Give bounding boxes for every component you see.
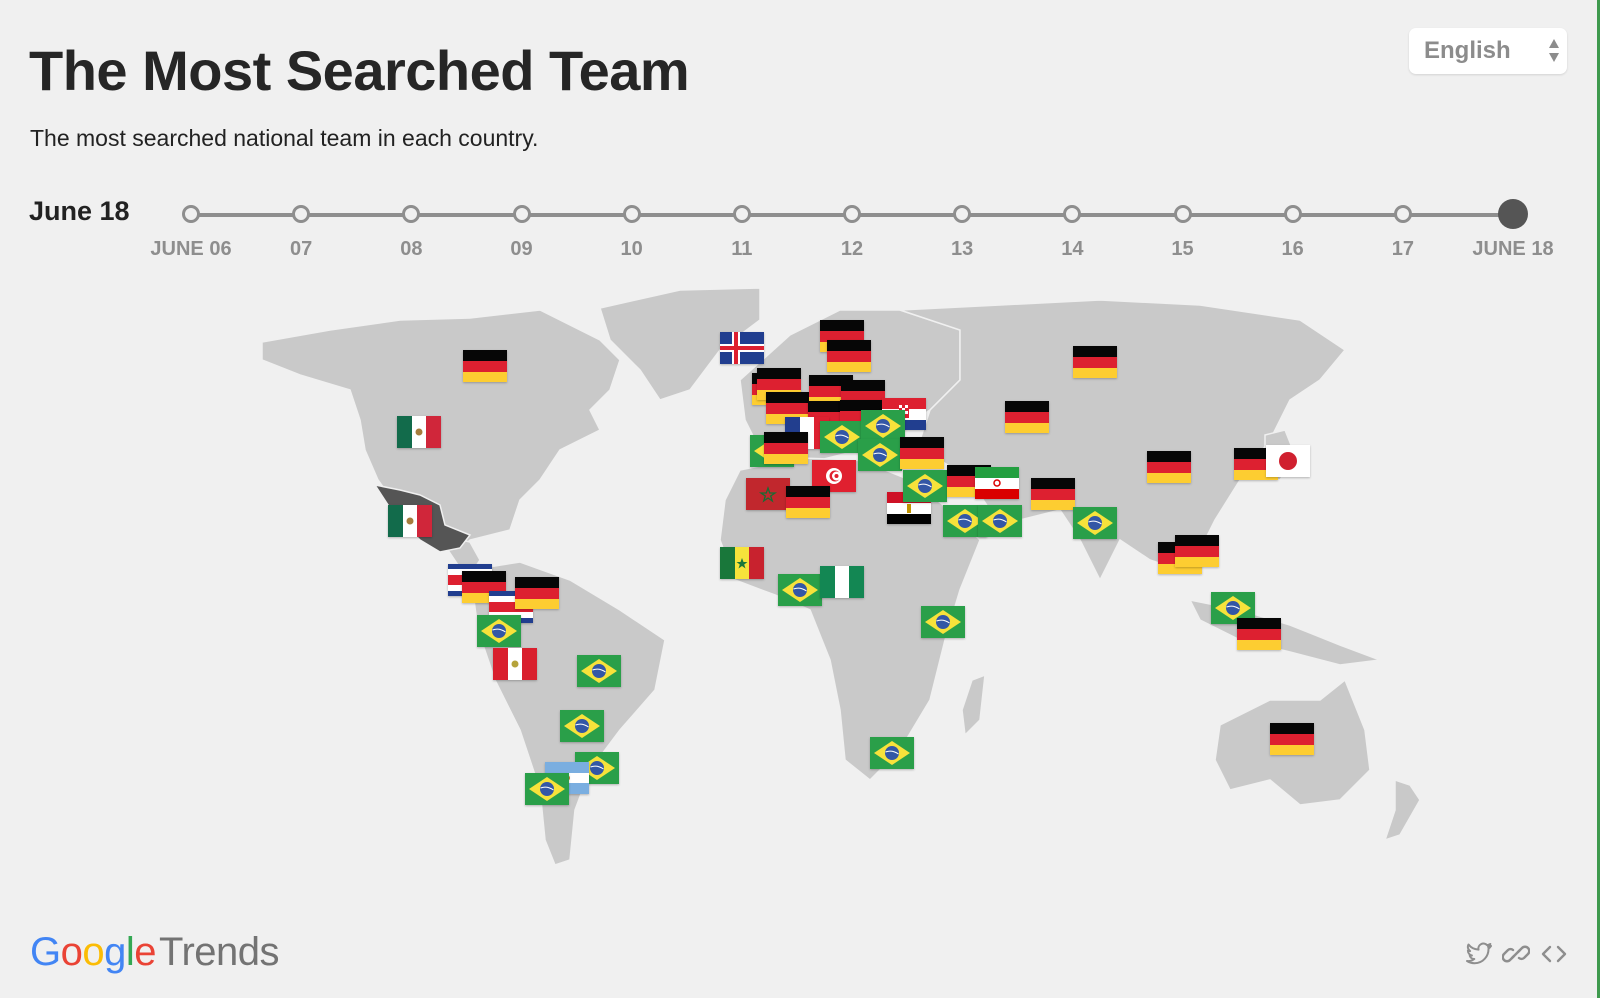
page-title: The Most Searched Team bbox=[29, 39, 690, 102]
flag-germany-pakistan[interactable] bbox=[1031, 478, 1075, 510]
flag-brazil-greece[interactable] bbox=[858, 439, 902, 471]
timeline-current-date: June 18 bbox=[29, 196, 130, 226]
timeline-node[interactable] bbox=[292, 205, 311, 223]
flag-morocco-morocco[interactable] bbox=[746, 478, 790, 510]
logo-letter: g bbox=[104, 930, 126, 974]
timeline-node-active[interactable] bbox=[1498, 199, 1528, 229]
timeline-tick-label[interactable]: JUNE 18 bbox=[1472, 238, 1553, 261]
timeline-tick-label[interactable]: 11 bbox=[731, 238, 752, 261]
logo-letter: l bbox=[125, 930, 135, 974]
timeline-node[interactable] bbox=[843, 205, 861, 223]
logo-letter: G bbox=[30, 930, 61, 974]
landmass-madagascar bbox=[961, 673, 986, 737]
flag-brazil-brazil[interactable] bbox=[577, 655, 621, 687]
flag-germany-vietnam[interactable] bbox=[1175, 535, 1219, 567]
timeline-tick-label[interactable]: 12 bbox=[841, 238, 863, 261]
logo-letter: e bbox=[134, 930, 157, 974]
language-select[interactable]: English bbox=[1409, 28, 1567, 74]
flag-brazil-uae[interactable] bbox=[978, 505, 1022, 537]
timeline-tick-label[interactable]: 13 bbox=[951, 238, 973, 261]
timeline-tick-label[interactable]: 14 bbox=[1061, 238, 1083, 261]
timeline-tick-label[interactable]: 10 bbox=[621, 238, 643, 261]
page-subtitle: The most searched national team in each … bbox=[30, 125, 539, 151]
flag-mexico-mexico[interactable] bbox=[388, 505, 432, 537]
logo-product-name: Trends bbox=[159, 930, 280, 974]
timeline-tick-label[interactable]: 15 bbox=[1171, 238, 1193, 261]
flag-germany-kazakhstan[interactable] bbox=[1005, 401, 1049, 433]
flag-germany-spain[interactable] bbox=[764, 432, 808, 464]
flag-japan-japan[interactable] bbox=[1266, 445, 1310, 477]
flag-brazil-india[interactable] bbox=[1073, 507, 1117, 539]
landmass-new-zealand bbox=[1383, 778, 1421, 842]
timeline-node[interactable] bbox=[1393, 205, 1412, 223]
language-select-value: English bbox=[1424, 37, 1511, 64]
timeline-tick-label[interactable]: JUNE 06 bbox=[150, 238, 231, 261]
flag-germany-sweden[interactable] bbox=[827, 340, 871, 372]
logo-letter: o bbox=[82, 930, 105, 974]
timeline-node[interactable] bbox=[182, 205, 200, 223]
flag-brazil-jordan[interactable] bbox=[903, 470, 947, 502]
link-icon[interactable] bbox=[1502, 940, 1530, 968]
timeline-tick-label[interactable]: 08 bbox=[400, 238, 422, 261]
flag-germany-algeria[interactable] bbox=[786, 486, 830, 518]
flag-brazil-kenya[interactable] bbox=[921, 606, 965, 638]
timeline-node[interactable] bbox=[1063, 205, 1082, 223]
flag-nigeria-nigeria[interactable] bbox=[820, 566, 864, 598]
timeline-tick-label[interactable]: 16 bbox=[1282, 238, 1304, 261]
flag-peru-peru[interactable] bbox=[493, 648, 537, 680]
timeline-tick-label[interactable]: 09 bbox=[510, 238, 532, 261]
flag-germany-indonesia[interactable] bbox=[1237, 618, 1281, 650]
flag-brazil-ecuador[interactable] bbox=[477, 615, 521, 647]
flag-germany-turkey[interactable] bbox=[900, 437, 944, 469]
twitter-icon[interactable] bbox=[1466, 940, 1494, 968]
timeline-node[interactable] bbox=[1173, 205, 1192, 223]
flag-germany-russia[interactable] bbox=[1073, 346, 1117, 378]
flag-brazil-chile[interactable] bbox=[525, 773, 569, 805]
flag-germany-venezuela[interactable] bbox=[515, 577, 559, 609]
world-map bbox=[0, 280, 1600, 900]
google-trends-logo[interactable]: Google Trends bbox=[30, 930, 280, 975]
flag-senegal-senegal[interactable] bbox=[720, 547, 764, 579]
logo-letter: o bbox=[60, 930, 83, 974]
flag-brazil-ghana[interactable] bbox=[778, 574, 822, 606]
flag-iran-iran[interactable] bbox=[975, 467, 1019, 499]
flag-brazil-serbia[interactable] bbox=[861, 410, 905, 442]
timeline-node[interactable] bbox=[732, 205, 751, 223]
timeline-node[interactable] bbox=[1283, 205, 1302, 223]
flag-brazil-south-africa[interactable] bbox=[870, 737, 914, 769]
sort-arrows-icon bbox=[1549, 39, 1559, 62]
timeline-node[interactable] bbox=[953, 205, 972, 223]
timeline-node[interactable] bbox=[402, 205, 421, 223]
flag-germany-china[interactable] bbox=[1147, 451, 1191, 483]
timeline-node[interactable] bbox=[512, 205, 531, 223]
flag-germany-canada[interactable] bbox=[463, 350, 507, 382]
timeline-tick-label[interactable]: 17 bbox=[1392, 238, 1414, 261]
flag-brazil-paraguay[interactable] bbox=[560, 710, 604, 742]
embed-icon[interactable] bbox=[1540, 940, 1568, 968]
flag-iceland-iceland[interactable] bbox=[720, 332, 764, 364]
flag-germany-australia[interactable] bbox=[1270, 723, 1314, 755]
flag-mexico-united-states[interactable] bbox=[397, 416, 441, 448]
timeline-tick-label[interactable]: 07 bbox=[290, 238, 312, 261]
timeline-node[interactable] bbox=[622, 205, 641, 223]
